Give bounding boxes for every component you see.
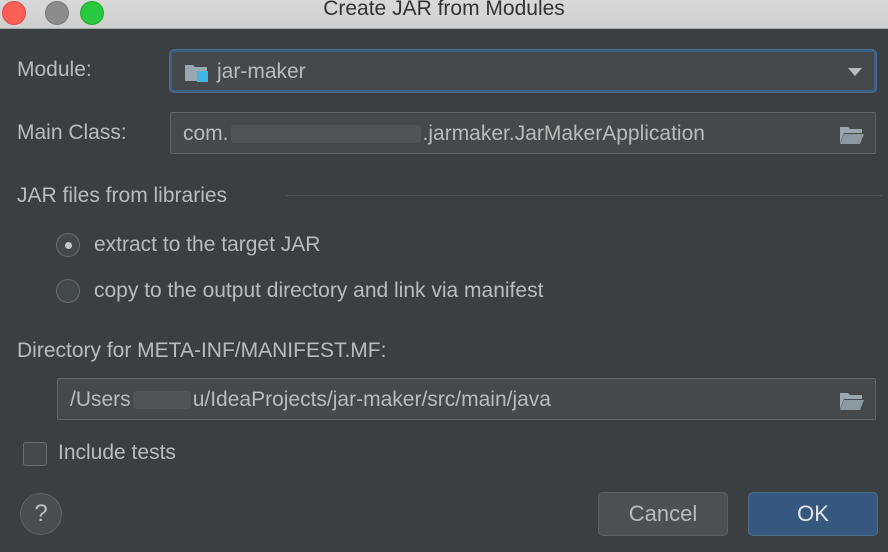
radio-selected-dot (65, 242, 72, 249)
browse-folder-icon[interactable] (839, 391, 865, 417)
manifest-dir-value-prefix: /Users (70, 388, 131, 411)
module-label: Module: (17, 58, 92, 81)
radio-extract-label[interactable]: extract to the target JAR (94, 233, 320, 257)
radio-copy-label[interactable]: copy to the output directory and link vi… (94, 279, 543, 303)
manifest-dir-value-suffix: u/IdeaProjects/jar-maker/src/main/java (192, 388, 551, 411)
help-button[interactable]: ? (20, 493, 62, 535)
radio-copy[interactable] (56, 279, 80, 303)
section-divider (286, 195, 882, 196)
radio-extract[interactable] (56, 233, 80, 257)
main-class-label: Main Class: (17, 121, 127, 144)
browse-folder-icon[interactable] (839, 125, 865, 151)
module-combobox[interactable]: jar-maker (170, 50, 876, 92)
redacted-text (132, 391, 191, 410)
title-bar: Create JAR from Modules (0, 0, 888, 29)
main-class-value-suffix: .jarmaker.JarMakerApplication (422, 122, 705, 145)
main-class-value-prefix: com. (183, 122, 229, 145)
include-tests-checkbox[interactable] (23, 442, 47, 466)
include-tests-label[interactable]: Include tests (58, 441, 176, 465)
module-folder-icon (184, 62, 210, 89)
manifest-dir-label: Directory for META-INF/MANIFEST.MF: (17, 339, 387, 362)
chevron-down-icon[interactable] (848, 68, 862, 76)
cancel-button[interactable]: Cancel (598, 492, 728, 536)
manifest-dir-field[interactable]: /Users u/IdeaProjects/jar-maker/src/main/… (57, 378, 876, 420)
main-class-field[interactable]: com. .jarmaker.JarMakerApplication (170, 112, 876, 154)
libraries-section-label: JAR files from libraries (17, 184, 228, 207)
redacted-text (230, 125, 421, 144)
module-value: jar-maker (217, 60, 306, 83)
window-title: Create JAR from Modules (323, 0, 565, 20)
ok-button[interactable]: OK (748, 492, 878, 536)
